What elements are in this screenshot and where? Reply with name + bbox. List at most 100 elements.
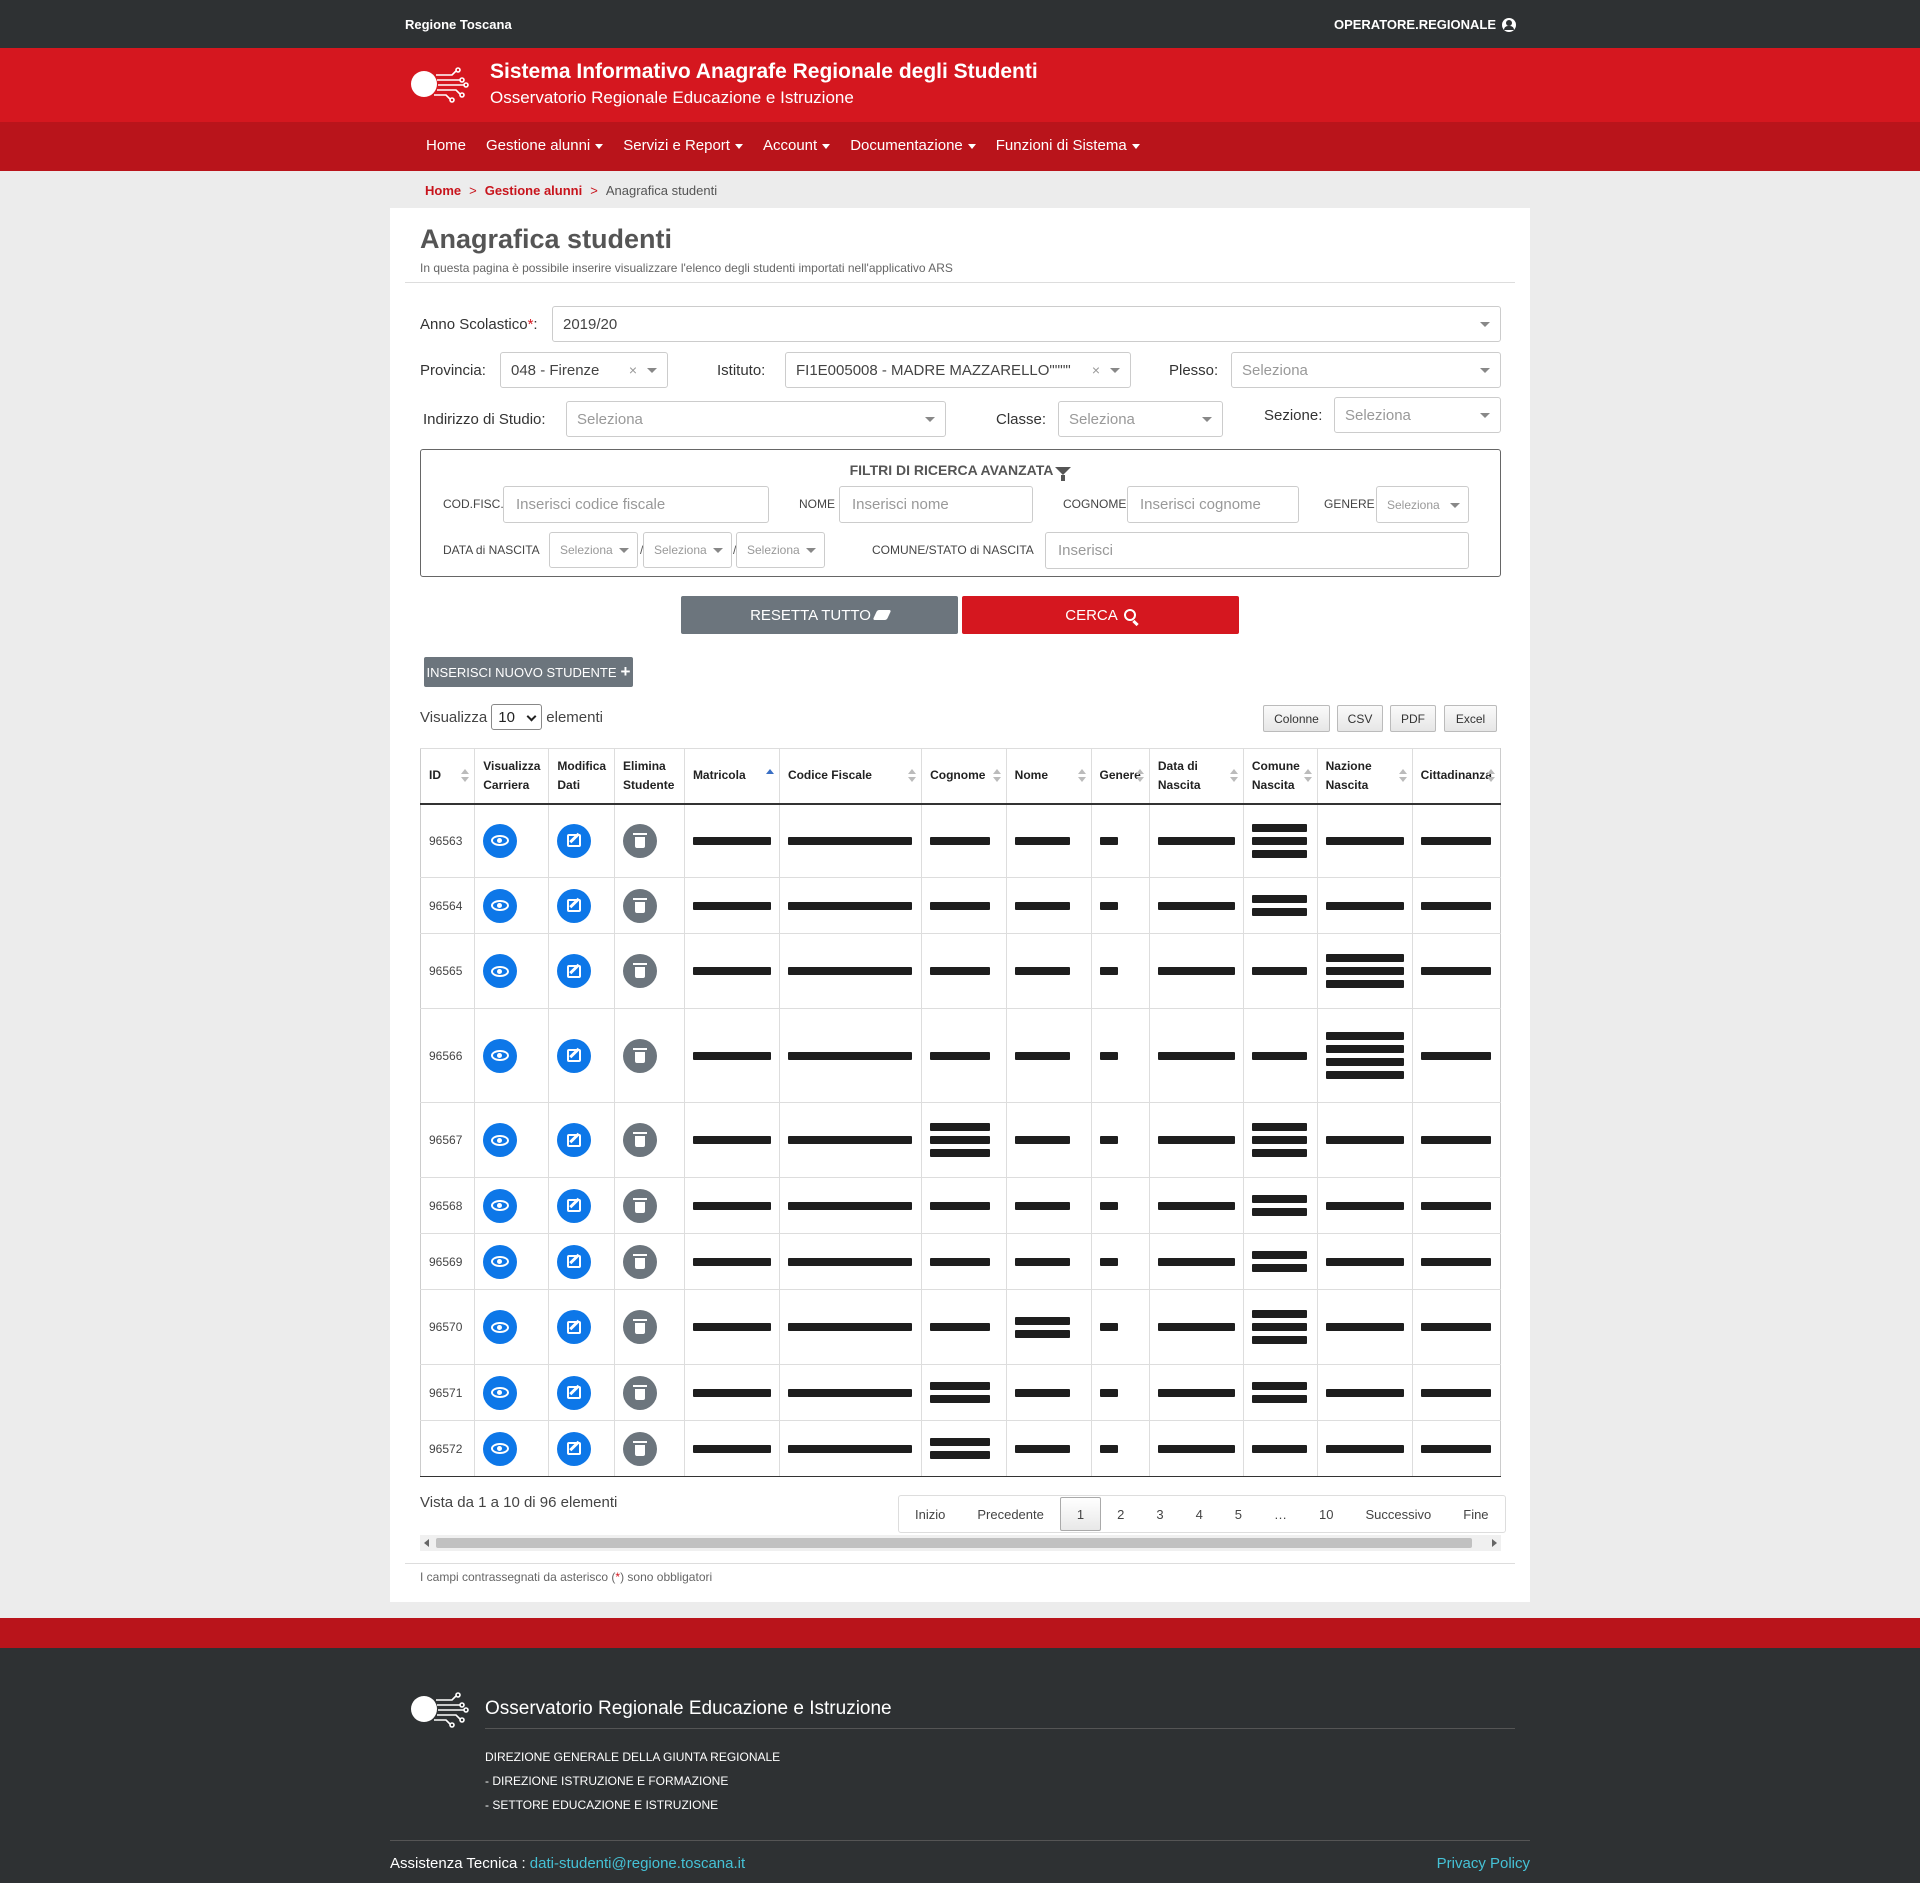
delete-student-button[interactable] bbox=[623, 1188, 658, 1223]
nav-funzioni-sistema[interactable]: Funzioni di Sistema bbox=[986, 122, 1150, 171]
istituto-select[interactable]: FI1E005008 - MADRE MAZZARELLO"""" × bbox=[785, 352, 1131, 388]
column-header-cittadinanza[interactable]: Cittadinanza bbox=[1411, 748, 1502, 805]
delete-student-button[interactable] bbox=[623, 954, 658, 988]
edit-data-button[interactable] bbox=[557, 1038, 592, 1073]
delete-student-button[interactable] bbox=[623, 888, 658, 923]
reset-button[interactable]: RESETTA TUTTO bbox=[681, 596, 958, 634]
view-career-button[interactable] bbox=[483, 1375, 518, 1410]
anno-label: Anno Scolastico*: bbox=[420, 316, 538, 333]
view-career-button[interactable] bbox=[483, 954, 518, 988]
classe-select[interactable]: Seleziona bbox=[1058, 401, 1223, 437]
column-header-codice-fiscale[interactable]: Codice Fiscale bbox=[778, 748, 922, 805]
indirizzo-select[interactable]: Seleziona bbox=[566, 401, 946, 437]
column-header-nome[interactable]: Nome bbox=[1005, 748, 1091, 805]
edit-data-button[interactable] bbox=[557, 1375, 592, 1410]
codfisc-input[interactable]: Inserisci codice fiscale bbox=[503, 486, 769, 523]
birth-month-select[interactable]: Seleziona bbox=[643, 532, 732, 568]
anno-scolastico-select[interactable]: 2019/20 bbox=[552, 306, 1501, 342]
column-header-cognome[interactable]: Cognome bbox=[921, 748, 1007, 805]
column-header-nazione-nascita[interactable]: Nazione Nascita bbox=[1316, 748, 1413, 805]
edit-data-button[interactable] bbox=[557, 1188, 592, 1223]
table-row: 96568 bbox=[419, 1177, 1502, 1234]
nav-documentazione[interactable]: Documentazione bbox=[840, 122, 986, 171]
view-career-button[interactable] bbox=[483, 1123, 518, 1157]
view-career-button[interactable] bbox=[483, 1244, 518, 1279]
view-career-button[interactable] bbox=[483, 823, 518, 858]
nome-input[interactable]: Inserisci nome bbox=[839, 486, 1033, 523]
provincia-select[interactable]: 048 - Firenze × bbox=[500, 352, 668, 388]
page-link[interactable]: Successivo bbox=[1350, 1496, 1448, 1532]
nav-home[interactable]: Home bbox=[416, 122, 476, 171]
column-header-elimina-studente[interactable]: Elimina Studente bbox=[614, 748, 685, 805]
delete-student-button[interactable] bbox=[623, 1375, 658, 1410]
page-link[interactable]: Inizio bbox=[899, 1496, 961, 1532]
search-button[interactable]: CERCA bbox=[962, 596, 1239, 634]
breadcrumb-gestione-alunni[interactable]: Gestione alunni bbox=[485, 183, 583, 198]
page-link[interactable]: Fine bbox=[1447, 1496, 1504, 1532]
add-student-button[interactable]: INSERISCI NUOVO STUDENTE + bbox=[424, 657, 633, 687]
page-link[interactable]: 3 bbox=[1140, 1496, 1179, 1532]
delete-student-button[interactable] bbox=[623, 1244, 658, 1279]
delete-student-button[interactable] bbox=[623, 1310, 658, 1344]
excel-button[interactable]: Excel bbox=[1444, 705, 1497, 732]
clear-icon[interactable]: × bbox=[1092, 362, 1100, 378]
view-career-button[interactable] bbox=[483, 1431, 518, 1466]
delete-student-button[interactable] bbox=[623, 1431, 658, 1466]
redacted-value bbox=[930, 967, 991, 975]
page-link[interactable]: 5 bbox=[1219, 1496, 1258, 1532]
birth-year-select[interactable]: Seleziona bbox=[736, 532, 825, 568]
support-email-link[interactable]: dati-studenti@regione.toscana.it bbox=[530, 1855, 745, 1872]
edit-data-button[interactable] bbox=[557, 823, 592, 858]
nav-gestione-alunni[interactable]: Gestione alunni bbox=[476, 122, 613, 171]
delete-student-button[interactable] bbox=[623, 1038, 658, 1073]
page-link[interactable]: 10 bbox=[1303, 1496, 1349, 1532]
column-header-genere[interactable]: Genere bbox=[1090, 748, 1150, 805]
birth-day-select[interactable]: Seleziona bbox=[549, 532, 638, 568]
column-header-id[interactable]: ID bbox=[419, 748, 475, 805]
page-link[interactable]: 1 bbox=[1059, 1497, 1102, 1531]
clear-icon[interactable]: × bbox=[629, 362, 637, 378]
view-career-button[interactable] bbox=[483, 1310, 518, 1344]
privacy-policy-link[interactable]: Privacy Policy bbox=[1437, 1855, 1530, 1872]
edit-data-button[interactable] bbox=[557, 888, 592, 923]
column-header-comune-nascita[interactable]: Comune Nascita bbox=[1242, 748, 1318, 805]
edit-data-button[interactable] bbox=[557, 954, 592, 988]
view-career-button[interactable] bbox=[483, 1038, 518, 1073]
user-menu[interactable]: OPERATORE.REGIONALE bbox=[1334, 17, 1516, 32]
arrow-left-icon[interactable] bbox=[424, 1539, 429, 1547]
plesso-select[interactable]: Seleziona bbox=[1231, 352, 1501, 388]
edit-data-button[interactable] bbox=[557, 1244, 592, 1279]
redacted-value bbox=[1251, 823, 1307, 832]
edit-data-button[interactable] bbox=[557, 1123, 592, 1157]
genere-select[interactable]: Seleziona bbox=[1376, 486, 1469, 523]
nav-servizi-report[interactable]: Servizi e Report bbox=[613, 122, 753, 171]
edit-data-button[interactable] bbox=[557, 1310, 592, 1344]
table-cell-matricola bbox=[683, 933, 780, 1009]
page-link[interactable]: 4 bbox=[1180, 1496, 1219, 1532]
classe-value: Seleziona bbox=[1069, 410, 1135, 428]
sezione-select[interactable]: Seleziona bbox=[1334, 397, 1501, 433]
page-link[interactable]: 2 bbox=[1101, 1496, 1140, 1532]
page-link[interactable]: Precedente bbox=[961, 1496, 1060, 1532]
column-header-data-nascita[interactable]: Data di Nascita bbox=[1148, 748, 1244, 805]
nav-account[interactable]: Account bbox=[753, 122, 840, 171]
scrollbar-thumb[interactable] bbox=[436, 1538, 1472, 1548]
comune-nascita-input[interactable]: Inserisci bbox=[1045, 532, 1469, 569]
horizontal-scrollbar[interactable] bbox=[420, 1535, 1501, 1551]
delete-student-button[interactable] bbox=[623, 1123, 658, 1157]
column-header-matricola[interactable]: Matricola bbox=[683, 748, 780, 805]
page-length-select[interactable]: 10 bbox=[491, 704, 543, 730]
breadcrumb-home[interactable]: Home bbox=[425, 183, 461, 198]
arrow-right-icon[interactable] bbox=[1492, 1539, 1497, 1547]
pdf-button[interactable]: PDF bbox=[1390, 705, 1436, 732]
csv-button[interactable]: CSV bbox=[1337, 705, 1383, 732]
columns-button[interactable]: Colonne bbox=[1263, 705, 1330, 732]
cognome-input[interactable]: Inserisci cognome bbox=[1127, 486, 1299, 523]
column-header-visualizza-carriera[interactable]: Visualizza Carriera bbox=[474, 748, 549, 805]
view-career-button[interactable] bbox=[483, 1188, 518, 1223]
delete-student-button[interactable] bbox=[623, 823, 658, 858]
column-header-modifica-dati[interactable]: Modifica Dati bbox=[548, 748, 615, 805]
view-career-button[interactable] bbox=[483, 888, 518, 923]
edit-data-button[interactable] bbox=[557, 1431, 592, 1466]
column-header-label: Modifica bbox=[557, 758, 607, 773]
